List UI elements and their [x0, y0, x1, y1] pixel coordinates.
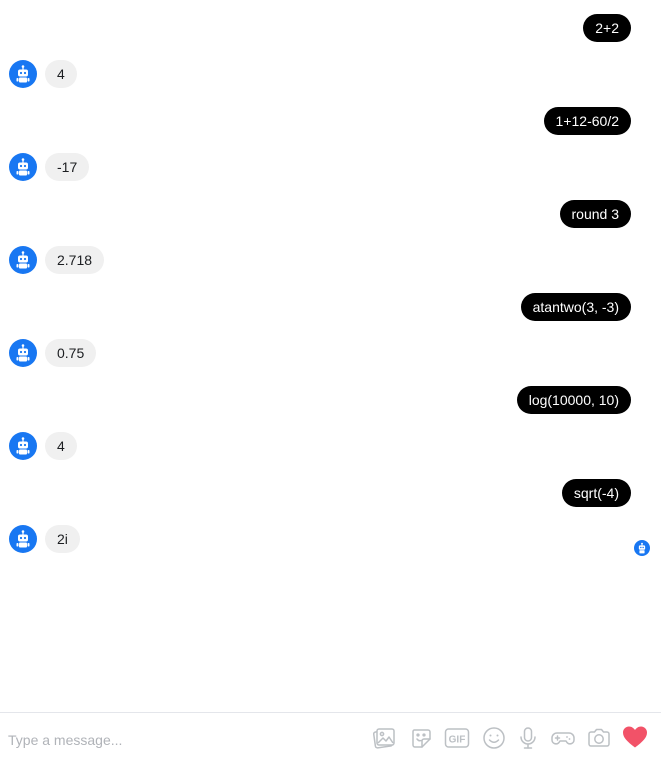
user-message-row: atantwo(3, -3): [0, 293, 661, 323]
gif-label: GIF: [449, 735, 466, 746]
user-message-bubble: 1+12-60/2: [543, 107, 631, 135]
bot-avatar[interactable]: [9, 60, 37, 88]
robot-icon: [16, 158, 30, 176]
bot-message-bubble: 2i: [45, 525, 80, 553]
emoji-icon[interactable]: [481, 725, 507, 751]
bot-avatar[interactable]: [9, 153, 37, 181]
bot-avatar[interactable]: [9, 525, 37, 553]
game-controller-icon[interactable]: [550, 725, 576, 751]
user-message-bubble: round 3: [559, 200, 631, 228]
message-input[interactable]: [8, 729, 348, 751]
bot-message-row: 4: [0, 60, 661, 90]
user-message-bubble: atantwo(3, -3): [520, 293, 631, 321]
microphone-icon[interactable]: [515, 725, 541, 751]
bot-avatar[interactable]: [9, 339, 37, 367]
seen-avatar-icon: [634, 540, 650, 556]
robot-icon: [16, 530, 30, 548]
user-message-row: sqrt(-4): [0, 479, 661, 509]
messenger-chat-window: 2+2 4 1+12-60/2 -17 round 3 2.718 atantw…: [0, 0, 661, 762]
bot-message-bubble: 4: [45, 60, 77, 88]
bot-avatar[interactable]: [9, 432, 37, 460]
gif-icon[interactable]: GIF: [444, 725, 470, 751]
user-message-bubble: 2+2: [583, 14, 631, 42]
bot-message-bubble: 0.75: [45, 339, 97, 367]
user-message-row: log(10000, 10): [0, 386, 661, 416]
photo-icon[interactable]: [371, 725, 397, 751]
robot-icon: [16, 344, 30, 362]
user-message-row: 1+12-60/2: [0, 107, 661, 137]
robot-icon: [16, 437, 30, 455]
bot-avatar[interactable]: [9, 246, 37, 274]
sticker-icon[interactable]: [408, 725, 434, 751]
bot-message-row: -17: [0, 153, 661, 183]
user-message-bubble: log(10000, 10): [516, 386, 631, 414]
user-message-row: round 3: [0, 200, 661, 230]
bot-message-bubble: 4: [45, 432, 77, 460]
user-message-row: 2+2: [0, 14, 661, 44]
camera-icon[interactable]: [586, 725, 612, 751]
bot-message-row: 2.718: [0, 246, 661, 276]
robot-icon: [16, 251, 30, 269]
user-message-bubble: sqrt(-4): [561, 479, 631, 507]
bot-message-bubble: 2.718: [45, 246, 105, 274]
message-composer: GIF: [0, 712, 661, 762]
robot-icon: [16, 65, 30, 83]
bot-message-row: 0.75: [0, 339, 661, 369]
robot-icon: [638, 542, 646, 554]
bot-message-row: 4: [0, 432, 661, 462]
bot-message-row: 2i: [0, 525, 661, 555]
heart-like-icon[interactable]: [621, 723, 649, 751]
bot-message-bubble: -17: [45, 153, 90, 181]
message-thread[interactable]: 2+2 4 1+12-60/2 -17 round 3 2.718 atantw…: [0, 0, 661, 712]
